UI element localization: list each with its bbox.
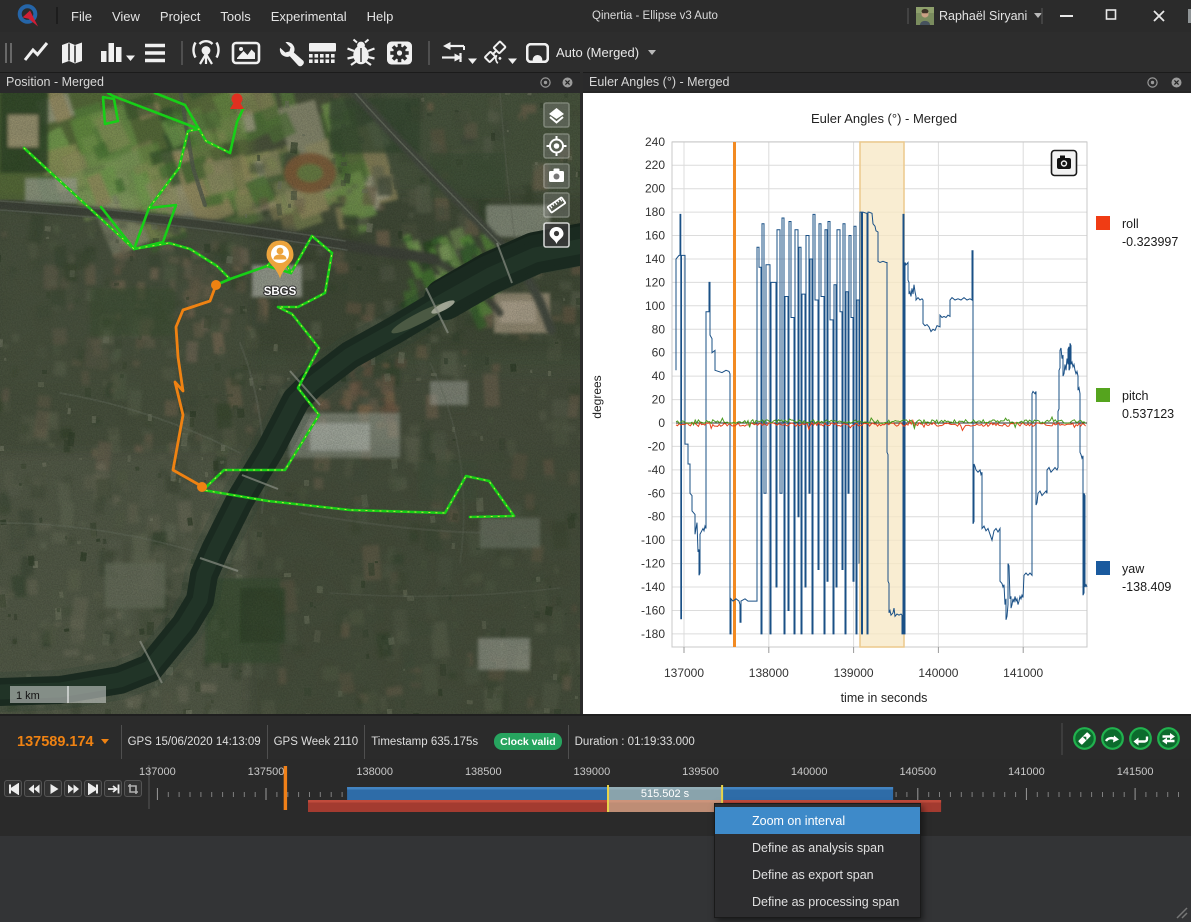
svg-text:80: 80: [652, 322, 666, 336]
svg-text:1 km: 1 km: [16, 690, 40, 702]
svg-text:139000: 139000: [834, 666, 874, 680]
svg-text:20: 20: [652, 393, 666, 407]
svg-text:-60: -60: [648, 486, 666, 500]
svg-text:140: 140: [645, 252, 665, 266]
svg-text:degrees: degrees: [590, 375, 604, 418]
svg-text:139000: 139000: [574, 766, 611, 778]
svg-text:Euler Angles (°) - Merged: Euler Angles (°) - Merged: [811, 111, 957, 126]
svg-text:180: 180: [645, 205, 665, 219]
svg-text:100: 100: [645, 299, 665, 313]
svg-text:-40: -40: [648, 463, 666, 477]
svg-text:-140: -140: [641, 580, 665, 594]
svg-text:-0.323997: -0.323997: [1122, 235, 1178, 249]
svg-text:137000: 137000: [664, 666, 704, 680]
svg-text:140500: 140500: [899, 766, 936, 778]
svg-text:240: 240: [645, 135, 665, 149]
svg-text:140000: 140000: [918, 666, 958, 680]
svg-text:-20: -20: [648, 439, 666, 453]
svg-text:-80: -80: [648, 510, 666, 524]
svg-text:-160: -160: [641, 604, 665, 618]
svg-text:SBGS: SBGS: [264, 286, 297, 298]
svg-text:220: 220: [645, 158, 665, 172]
svg-text:137000: 137000: [139, 766, 176, 778]
svg-text:200: 200: [645, 182, 665, 196]
svg-text:0: 0: [658, 416, 665, 430]
svg-text:160: 160: [645, 229, 665, 243]
svg-text:137500: 137500: [248, 766, 285, 778]
svg-text:pitch: pitch: [1122, 389, 1148, 403]
svg-text:0.537123: 0.537123: [1122, 407, 1174, 421]
svg-text:139500: 139500: [682, 766, 719, 778]
svg-text:-138.409: -138.409: [1122, 580, 1171, 594]
svg-text:-100: -100: [641, 533, 665, 547]
svg-text:-120: -120: [641, 557, 665, 571]
svg-text:515.502 s: 515.502 s: [641, 788, 690, 800]
svg-text:141500: 141500: [1117, 766, 1154, 778]
svg-text:141000: 141000: [1008, 766, 1045, 778]
svg-text:120: 120: [645, 275, 665, 289]
svg-text:140000: 140000: [791, 766, 828, 778]
svg-text:yaw: yaw: [1122, 562, 1145, 576]
svg-text:-180: -180: [641, 627, 665, 641]
svg-text:141000: 141000: [1003, 666, 1043, 680]
svg-text:138500: 138500: [465, 766, 502, 778]
svg-text:time in seconds: time in seconds: [841, 691, 928, 705]
svg-text:60: 60: [652, 346, 666, 360]
svg-text:138000: 138000: [356, 766, 393, 778]
svg-text:138000: 138000: [749, 666, 789, 680]
svg-text:roll: roll: [1122, 217, 1139, 231]
svg-text:40: 40: [652, 369, 666, 383]
